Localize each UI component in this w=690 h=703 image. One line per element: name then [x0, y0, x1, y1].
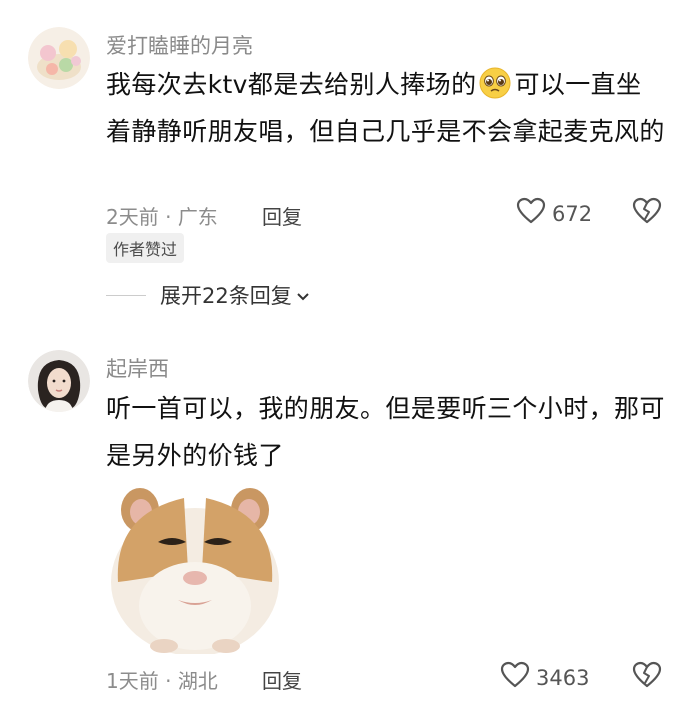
divider — [106, 294, 146, 296]
expand-replies-label: 展开22条回复 — [160, 284, 292, 308]
comment-text-part: 我每次去ktv都是去给别人捧场的 — [106, 70, 477, 99]
expand-replies-button[interactable]: 展开22条回复 — [106, 280, 310, 310]
reply-button[interactable]: 回复 — [262, 665, 302, 694]
like-count: 3463 — [536, 665, 590, 690]
username[interactable]: 爱打瞌睡的月亮 — [106, 30, 253, 60]
hamster-meme-sticker — [106, 474, 284, 656]
dislike-button[interactable] — [632, 197, 662, 229]
comment-time: 2天前 — [106, 205, 159, 229]
comment-text: 听一首可以，我的朋友。但是要听三个小时，那可是另外的价钱了 — [106, 394, 665, 470]
like-button[interactable]: 3463 — [500, 661, 589, 694]
reply-button[interactable]: 回复 — [262, 201, 302, 230]
broken-heart-icon — [632, 661, 662, 693]
comment-time: 1天前 — [106, 669, 159, 693]
broken-heart-icon — [632, 197, 662, 229]
like-button[interactable]: 672 — [516, 197, 592, 230]
meta-separator: · — [165, 669, 172, 693]
avatar[interactable] — [28, 350, 90, 412]
username[interactable]: 起岸西 — [106, 353, 169, 383]
avatar[interactable] — [28, 27, 90, 89]
comment-text: 我每次去ktv都是去给别人捧场的 可以一直坐着静静听朋友唱，但自己几乎是不会拿起… — [106, 61, 666, 155]
dislike-button[interactable] — [632, 661, 662, 693]
heart-outline-icon — [500, 661, 530, 694]
meta-separator: · — [165, 205, 172, 229]
comment-location: 广东 — [177, 205, 218, 229]
comment-location: 湖北 — [177, 669, 218, 693]
comment-meta: 2天前 · 广东 — [106, 201, 218, 230]
chevron-down-icon — [296, 283, 310, 307]
heart-outline-icon — [516, 197, 546, 230]
author-liked-badge: 作者赞过 — [106, 233, 185, 263]
comment-meta: 1天前 · 湖北 — [106, 665, 218, 694]
like-count: 672 — [552, 201, 593, 226]
pleading-face-emoji-icon — [478, 66, 512, 100]
